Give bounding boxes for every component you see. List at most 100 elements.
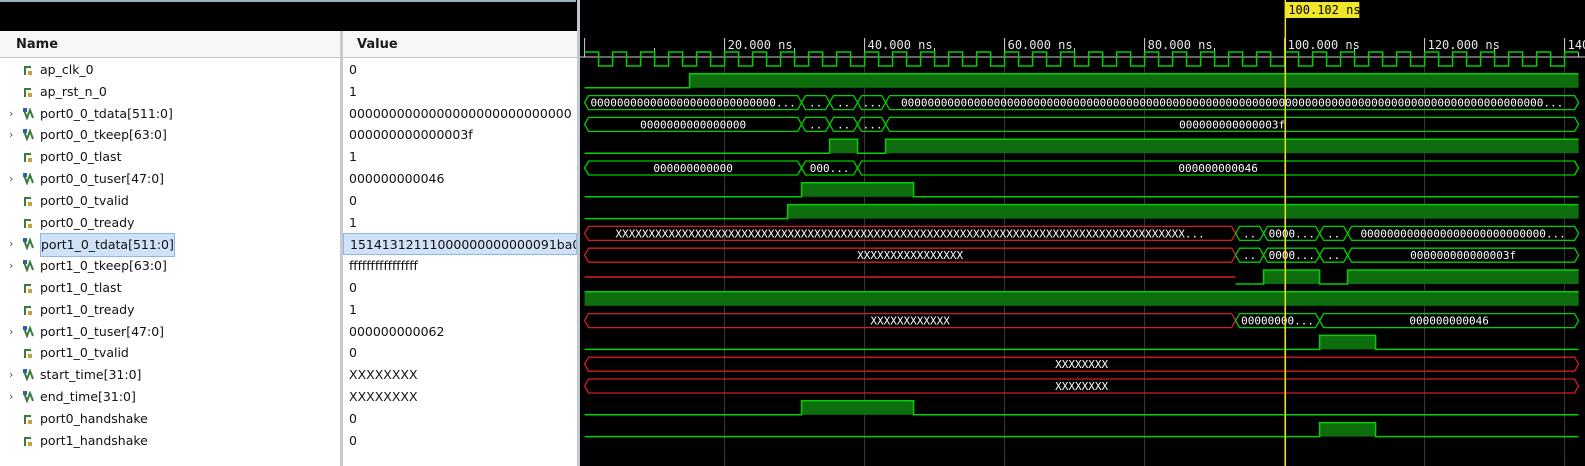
- signal-name[interactable]: port1_0_tdata[511:0]: [40, 233, 175, 258]
- time-ruler-label: 120.000 ns: [1428, 38, 1500, 52]
- signal-value[interactable]: 0: [343, 277, 577, 299]
- signal-row[interactable]: › port0_0_tkeep[63:0]: [0, 124, 340, 146]
- signal-value[interactable]: 1: [343, 146, 577, 168]
- signal-value[interactable]: 0: [343, 342, 577, 364]
- wave-high-fill: [801, 182, 914, 197]
- signal-row[interactable]: › port0_0_tdata[511:0]: [0, 103, 340, 125]
- signal-row[interactable]: port1_handshake: [0, 430, 340, 452]
- signal-name[interactable]: port1_handshake: [40, 430, 148, 452]
- expand-chevron-icon[interactable]: ›: [9, 255, 19, 277]
- signal-value[interactable]: 000000000046: [343, 168, 577, 190]
- bit-signal-icon: [24, 196, 32, 206]
- bus-value-label: ..: [809, 97, 822, 110]
- expand-chevron-icon[interactable]: ›: [9, 124, 19, 146]
- signal-name[interactable]: port0_0_tready: [40, 212, 134, 234]
- bit-signal-icon: [24, 284, 32, 293]
- signal-name[interactable]: port0_0_tuser[47:0]: [40, 168, 164, 190]
- expand-chevron-icon[interactable]: ›: [9, 321, 19, 343]
- bit-signal-icon: [24, 414, 32, 424]
- signal-value[interactable]: 0: [343, 408, 577, 430]
- signal-name[interactable]: port0_0_tvalid: [40, 190, 129, 212]
- signal-row[interactable]: port0_0_tlast: [0, 146, 340, 168]
- signal-value[interactable]: ffffffffffffffff: [343, 255, 577, 277]
- signal-row[interactable]: › port1_0_tkeep[63:0]: [0, 255, 340, 277]
- signal-value[interactable]: 0: [343, 190, 577, 212]
- signal-name[interactable]: port1_0_tuser[47:0]: [40, 321, 164, 343]
- signal-row[interactable]: port1_0_tvalid: [0, 342, 340, 364]
- bus-value-label: XXXXXXXX: [1055, 358, 1108, 371]
- bus-value-label: 000000000000003f: [1179, 118, 1285, 131]
- signal-row[interactable]: › port1_0_tuser[47:0]: [0, 321, 340, 343]
- signal-value[interactable]: 1: [343, 212, 577, 234]
- signal-name[interactable]: port1_0_tlast: [40, 277, 121, 299]
- signal-row[interactable]: port0_0_tvalid: [0, 190, 340, 212]
- signal-value[interactable]: 1: [343, 81, 577, 103]
- signal-name[interactable]: port0_0_tlast: [40, 146, 121, 168]
- signal-name[interactable]: port1_0_tvalid: [40, 342, 129, 364]
- time-ruler-label: 140.000 ns: [1568, 38, 1585, 52]
- signal-name[interactable]: ap_rst_n_0: [40, 81, 107, 103]
- signal-value[interactable]: 1: [343, 299, 577, 321]
- signal-name[interactable]: port0_0_tdata[511:0]: [40, 103, 173, 125]
- expand-chevron-icon[interactable]: ›: [9, 364, 19, 386]
- bus-signal-icon: [23, 129, 34, 142]
- bus-value-label: 0000000000000000: [640, 118, 746, 131]
- signal-row[interactable]: › end_time[31:0]: [0, 386, 340, 408]
- value-column: Value 0 1 0000000000000000000000000000 0000…: [343, 31, 577, 466]
- expand-chevron-icon[interactable]: ›: [9, 168, 19, 190]
- signal-value[interactable]: 0: [343, 59, 577, 81]
- bus-value-label: 00000000...: [1241, 315, 1314, 328]
- bus-value-label: ..: [809, 118, 822, 131]
- wave-high-fill: [1263, 270, 1320, 284]
- bus-signal-icon: [23, 238, 34, 251]
- bus-value-label: 0000000000000000000000000000...: [590, 97, 795, 110]
- bit-signal-icon: [24, 87, 32, 97]
- signal-value[interactable]: XXXXXXXX: [343, 386, 577, 408]
- value-column-header[interactable]: Value: [343, 31, 577, 58]
- signal-row[interactable]: port0_handshake: [0, 408, 340, 430]
- bus-signal-icon: [23, 260, 34, 273]
- wave-high-fill: [689, 73, 1579, 88]
- bit-signal-icon: [24, 436, 32, 446]
- bit-signal-icon: [24, 349, 32, 359]
- signal-name[interactable]: end_time[31:0]: [40, 386, 136, 408]
- bus-signal-icon: [23, 325, 34, 338]
- bit-signal-icon: [24, 66, 32, 75]
- signal-value[interactable]: XXXXXXXX: [343, 364, 577, 386]
- signal-row[interactable]: port1_0_tlast: [0, 277, 340, 299]
- bus-signal-icon: [23, 107, 34, 120]
- signal-row[interactable]: ap_rst_n_0: [0, 81, 340, 103]
- bus-value-label: 0000...: [1269, 227, 1315, 240]
- bus-value-label: XXXXXXXX: [1055, 380, 1108, 393]
- signal-row[interactable]: ap_clk_0: [0, 59, 340, 81]
- signal-value[interactable]: 000000000062: [343, 321, 577, 343]
- signal-name[interactable]: port0_handshake: [40, 408, 148, 430]
- signal-row[interactable]: › port1_0_tdata[511:0]: [0, 233, 340, 258]
- expand-chevron-icon[interactable]: ›: [9, 386, 19, 408]
- waveform-pane[interactable]: 20.000 ns 40.000 ns 60.000 ns 80.000 ns 100.…: [580, 0, 1585, 466]
- signal-value[interactable]: 000000000000003f: [343, 124, 577, 146]
- signal-name[interactable]: port1_0_tready: [40, 299, 134, 321]
- signal-name[interactable]: start_time[31:0]: [40, 364, 141, 386]
- signal-name[interactable]: port1_0_tkeep[63:0]: [40, 255, 167, 277]
- name-column-header[interactable]: Name: [0, 31, 340, 58]
- signal-row[interactable]: › start_time[31:0]: [0, 364, 340, 386]
- bus-value-label: ..: [1243, 249, 1256, 262]
- signal-value[interactable]: 15141312111000000000000091ba0c: [343, 233, 577, 256]
- bus-value-label: 0000000000000000000000000000...: [1360, 227, 1565, 240]
- signal-name[interactable]: port0_0_tkeep[63:0]: [40, 124, 167, 146]
- bus-signal-icon: [23, 391, 34, 403]
- signal-value[interactable]: 0000000000000000000000000000: [343, 103, 577, 125]
- bus-value-label: 0000000000000000000000000000000000000000…: [901, 97, 1563, 110]
- expand-chevron-icon[interactable]: ›: [9, 103, 19, 125]
- signal-row[interactable]: › port0_0_tuser[47:0]: [0, 168, 340, 190]
- expand-chevron-icon[interactable]: ›: [9, 233, 19, 255]
- signal-row[interactable]: port1_0_tready: [0, 299, 340, 321]
- signal-value[interactable]: 0: [343, 430, 577, 452]
- wave-high-fill: [1319, 422, 1376, 437]
- bus-value-label: ..: [1327, 249, 1340, 262]
- time-ruler-label: 100.000 ns: [1288, 38, 1360, 52]
- signal-name[interactable]: ap_clk_0: [40, 59, 94, 81]
- bus-value-label: ...: [863, 118, 883, 131]
- signal-row[interactable]: port0_0_tready: [0, 212, 340, 234]
